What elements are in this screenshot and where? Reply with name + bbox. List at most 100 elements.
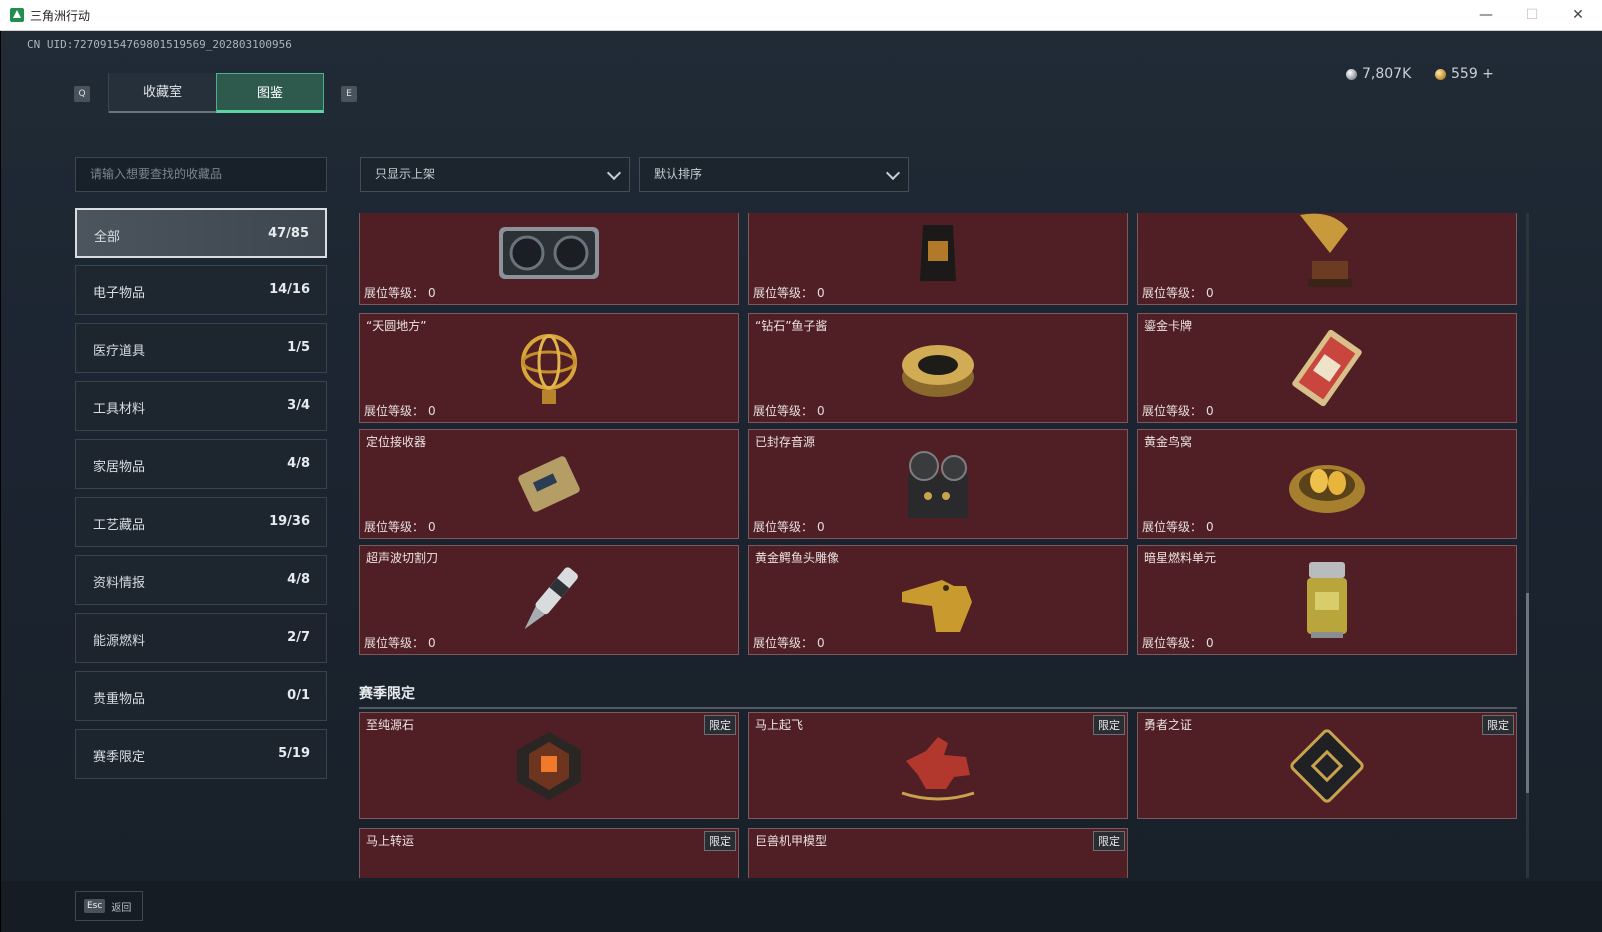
tape-recorder-icon bbox=[908, 451, 968, 518]
tab-bar: 收藏室 图鉴 bbox=[108, 73, 324, 113]
gold-coin-icon bbox=[1435, 68, 1446, 80]
category-name: 能源燃料 bbox=[93, 634, 146, 649]
category-count: 4/8 bbox=[287, 456, 310, 471]
category-tools[interactable]: 工具材料 3/4 bbox=[75, 381, 327, 431]
category-count: 0/1 bbox=[287, 688, 310, 703]
game-area: CN UID:7270915476980151956​9_20280310095… bbox=[0, 31, 1602, 932]
window-titlebar: 三角洲行动 — ☐ ✕ bbox=[0, 0, 1602, 31]
scroll-thumb[interactable] bbox=[1526, 593, 1529, 793]
booth-level: 展位等级： 0 bbox=[753, 636, 825, 650]
card-name: 鎏金卡牌 bbox=[1144, 319, 1193, 333]
collectible-card[interactable]: 定位接收器 展位等级： 0 bbox=[359, 429, 739, 539]
category-name: 医疗道具 bbox=[93, 344, 146, 359]
category-household[interactable]: 家居物品 4/8 bbox=[75, 439, 327, 489]
card-name: 勇者之证 bbox=[1144, 718, 1193, 732]
display-filter-dropdown[interactable]: 只显示上架 bbox=[360, 157, 630, 192]
gpu-icon bbox=[499, 226, 599, 279]
collectible-card[interactable]: 黄金鳄鱼头雕像 展位等级： 0 bbox=[748, 545, 1128, 655]
sort-dropdown[interactable]: 默认排序 bbox=[639, 157, 909, 192]
category-energy[interactable]: 能源燃料 2/7 bbox=[75, 613, 327, 663]
collectible-card[interactable]: 马上起飞 限定 bbox=[748, 712, 1128, 819]
category-count: 1/5 bbox=[287, 340, 310, 355]
chevron-down-icon bbox=[885, 165, 901, 181]
limited-badge: 限定 bbox=[704, 715, 736, 735]
gold-currency[interactable]: 559 + bbox=[1435, 66, 1494, 82]
card-name: 马上转运 bbox=[366, 834, 415, 848]
category-count: 19/36 bbox=[269, 514, 310, 529]
category-intel[interactable]: 资料情报 4/8 bbox=[75, 555, 327, 605]
back-button[interactable]: Esc 返回 bbox=[75, 891, 143, 921]
category-all[interactable]: 全部 47/85 bbox=[75, 208, 327, 258]
card-name: 超声波切割刀 bbox=[366, 551, 439, 565]
category-count: 47/85 bbox=[268, 226, 309, 241]
collectible-card[interactable]: 展位等级： 0 bbox=[748, 213, 1128, 305]
card-name: 黄金鸟窝 bbox=[1144, 435, 1193, 449]
armillary-sphere-icon bbox=[521, 334, 577, 404]
key-q-hint: Q bbox=[74, 86, 90, 102]
booth-level: 展位等级： 0 bbox=[364, 520, 436, 534]
badge-card-icon bbox=[1290, 728, 1364, 803]
app-logo-icon bbox=[10, 8, 24, 22]
bottom-bar: Esc 返回 bbox=[1, 881, 1602, 932]
booth-level: 展位等级： 0 bbox=[753, 520, 825, 534]
collection-grid: 展位等级： 0 展位等级： 0 展位等级： 0 “天圆地方” 展位等级： 0 “钻石”鱼… bbox=[359, 213, 1531, 878]
croc-statue-icon bbox=[902, 580, 972, 632]
key-e-hint: E bbox=[341, 86, 357, 102]
category-valuables[interactable]: 贵重物品 0/1 bbox=[75, 671, 327, 721]
silver-coin-icon bbox=[1346, 68, 1357, 80]
gilded-card-icon bbox=[1292, 329, 1362, 407]
collectible-card[interactable]: 超声波切割刀 展位等级： 0 bbox=[359, 545, 739, 655]
collectible-card[interactable]: 马上转运 限定 bbox=[359, 828, 739, 878]
collectible-card[interactable]: 展位等级： 0 bbox=[359, 213, 739, 305]
section-divider bbox=[359, 707, 1517, 709]
category-name: 工艺藏品 bbox=[93, 518, 146, 533]
collectible-card[interactable]: “钻石”鱼子酱 展位等级： 0 bbox=[748, 313, 1128, 423]
tab-collection-room[interactable]: 收藏室 bbox=[108, 73, 216, 113]
collectible-card[interactable]: 鎏金卡牌 展位等级： 0 bbox=[1137, 313, 1517, 423]
card-name: 至纯源石 bbox=[366, 718, 415, 732]
collectible-card[interactable]: “天圆地方” 展位等级： 0 bbox=[359, 313, 739, 423]
category-count: 4/8 bbox=[287, 572, 310, 587]
limited-badge: 限定 bbox=[1482, 715, 1514, 735]
category-name: 赛季限定 bbox=[93, 750, 146, 765]
maximize-button[interactable]: ☐ bbox=[1517, 5, 1547, 25]
category-name: 电子物品 bbox=[93, 286, 146, 301]
category-count: 2/7 bbox=[287, 630, 310, 645]
season-section-title: 赛季限定 bbox=[359, 686, 415, 702]
gramophone-icon bbox=[1300, 213, 1352, 287]
search-input[interactable]: 请输入想要查找的收藏品 bbox=[75, 157, 327, 192]
minimize-button[interactable]: — bbox=[1471, 5, 1501, 25]
category-name: 全部 bbox=[94, 230, 121, 245]
tab-atlas[interactable]: 图鉴 bbox=[216, 73, 324, 113]
collectible-card[interactable]: 巨兽机甲模型 限定 bbox=[748, 828, 1128, 878]
card-name: “天圆地方” bbox=[366, 319, 427, 333]
collectible-card[interactable]: 黄金鸟窝 展位等级： 0 bbox=[1137, 429, 1517, 539]
category-medical[interactable]: 医疗道具 1/5 bbox=[75, 323, 327, 373]
limited-badge: 限定 bbox=[1093, 715, 1125, 735]
limited-badge: 限定 bbox=[1093, 831, 1125, 851]
collectible-card[interactable]: 勇者之证 限定 bbox=[1137, 712, 1517, 819]
close-button[interactable]: ✕ bbox=[1563, 5, 1593, 25]
category-count: 14/16 bbox=[269, 282, 310, 297]
booth-level: 展位等级： 0 bbox=[1142, 636, 1214, 650]
category-electronics[interactable]: 电子物品 14/16 bbox=[75, 265, 327, 315]
category-name: 家居物品 bbox=[93, 460, 146, 475]
booth-level: 展位等级： 0 bbox=[753, 404, 825, 418]
gold-amount: 559 + bbox=[1451, 66, 1494, 82]
booth-level: 展位等级： 0 bbox=[1142, 520, 1214, 534]
uid-label: CN UID:7270915476980151956​9_20280310095… bbox=[27, 38, 292, 51]
cutter-icon bbox=[524, 567, 578, 630]
collectible-card[interactable]: 暗星燃料单元 展位等级： 0 bbox=[1137, 545, 1517, 655]
card-name: 已封存音源 bbox=[755, 435, 816, 449]
scrollbar[interactable] bbox=[1526, 213, 1529, 878]
collectible-card[interactable]: 已封存音源 展位等级： 0 bbox=[748, 429, 1128, 539]
back-label: 返回 bbox=[111, 902, 132, 914]
chevron-down-icon bbox=[606, 165, 622, 181]
collectible-card[interactable]: 展位等级： 0 bbox=[1137, 213, 1517, 305]
category-crafts[interactable]: 工艺藏品 19/36 bbox=[75, 497, 327, 547]
category-season[interactable]: 赛季限定 5/19 bbox=[75, 729, 327, 779]
source-stone-icon bbox=[517, 731, 581, 800]
category-name: 贵重物品 bbox=[93, 692, 146, 707]
collectible-card[interactable]: 至纯源石 限定 bbox=[359, 712, 739, 819]
sort-value: 默认排序 bbox=[654, 167, 703, 181]
